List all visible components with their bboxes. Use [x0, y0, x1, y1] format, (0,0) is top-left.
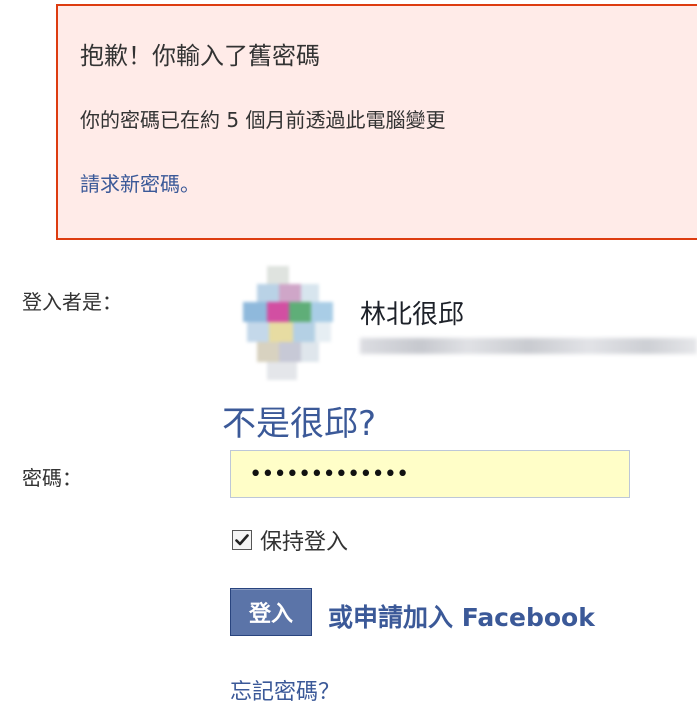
forgot-password-link[interactable]: 忘記密碼？	[230, 674, 340, 706]
login-page: 抱歉！你輸入了舊密碼 你的密碼已在約 5 個月前透過此電腦變更 請求新密碼。 登…	[0, 0, 697, 720]
account-email-blurred	[360, 338, 697, 354]
logged-in-as-label: 登入者是：	[22, 290, 122, 314]
account-name: 林北很邱	[360, 300, 465, 330]
keep-logged-in-label: 保持登入	[260, 530, 349, 555]
keep-logged-in-checkbox[interactable]	[232, 530, 252, 550]
password-label: 密碼：	[22, 466, 82, 490]
request-new-password-link[interactable]: 請求新密碼。	[80, 168, 200, 197]
avatar	[243, 266, 333, 382]
keep-logged-in: 保持登入	[232, 524, 348, 556]
error-message: 你的密碼已在約 5 個月前透過此電腦變更	[80, 108, 446, 132]
error-title: 抱歉！你輸入了舊密碼	[80, 42, 320, 70]
error-message-box: 抱歉！你輸入了舊密碼 你的密碼已在約 5 個月前透過此電腦變更 請求新密碼。	[56, 4, 697, 240]
login-button[interactable]: 登入	[230, 588, 312, 636]
signup-facebook-link[interactable]: 或申請加入 Facebook	[328, 598, 595, 634]
checkmark-icon	[235, 534, 249, 546]
not-you-link[interactable]: 不是很邱?	[222, 396, 376, 445]
password-input[interactable]	[230, 450, 630, 498]
